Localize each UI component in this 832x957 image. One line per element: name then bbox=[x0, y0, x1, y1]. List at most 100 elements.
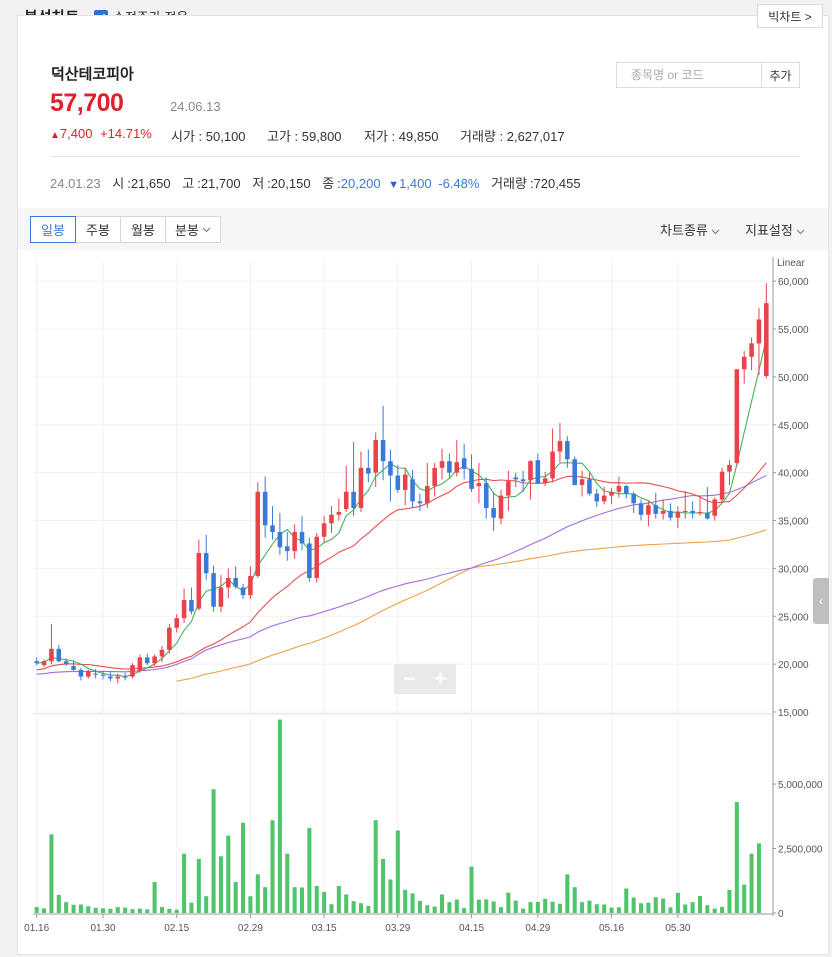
candle-body bbox=[71, 666, 76, 670]
volume-bar bbox=[440, 894, 445, 913]
volume-bar bbox=[609, 907, 614, 913]
candle-body bbox=[292, 532, 297, 552]
volume-bar bbox=[285, 853, 290, 913]
candle-body bbox=[638, 503, 644, 515]
volume-bar bbox=[616, 907, 621, 913]
volume-bar bbox=[425, 905, 430, 913]
candle-body bbox=[616, 486, 622, 492]
candle-body bbox=[587, 479, 592, 494]
volume-bar bbox=[56, 894, 61, 913]
price-tick-label: 35,000 bbox=[778, 517, 809, 528]
candle-body bbox=[373, 440, 378, 473]
date-tick-label: 02.15 bbox=[164, 923, 189, 934]
volume-bar bbox=[307, 827, 312, 913]
volume-bar bbox=[182, 853, 187, 913]
candle-body bbox=[152, 656, 157, 664]
volume-bar bbox=[336, 885, 341, 913]
volume-bar bbox=[484, 899, 489, 913]
candle-body bbox=[336, 511, 342, 515]
volume-bar bbox=[395, 830, 400, 913]
candle-body bbox=[719, 471, 725, 500]
volume-bar bbox=[661, 898, 666, 913]
candle-body bbox=[41, 661, 47, 666]
date-tick-label: 05.16 bbox=[599, 923, 624, 934]
volume-bar bbox=[727, 889, 732, 913]
price-tick-label: 30,000 bbox=[778, 564, 809, 575]
collapse-panel-handle[interactable]: ‹ bbox=[813, 578, 829, 624]
candle-body bbox=[395, 475, 401, 490]
volume-bar bbox=[513, 900, 518, 913]
volume-bar bbox=[403, 889, 408, 913]
volume-bar bbox=[638, 903, 644, 913]
candle-body bbox=[49, 648, 54, 662]
candle-body bbox=[705, 512, 710, 519]
volume-bar bbox=[631, 897, 636, 913]
candle-body bbox=[284, 546, 290, 552]
candle-body bbox=[454, 462, 460, 473]
candle-body bbox=[226, 577, 231, 588]
price-tick-label: 20,000 bbox=[778, 660, 809, 671]
volume-bar bbox=[476, 899, 481, 913]
volume-bar bbox=[506, 892, 511, 913]
price-tick-label: 50,000 bbox=[778, 373, 809, 384]
volume-bar bbox=[100, 908, 106, 913]
candle-body bbox=[299, 532, 305, 544]
volume-bar bbox=[373, 820, 378, 913]
candle-body bbox=[115, 676, 121, 679]
volume-bar bbox=[668, 907, 673, 913]
volume-bar bbox=[167, 908, 172, 913]
price-tick-label: 25,000 bbox=[778, 612, 809, 623]
candle-body bbox=[137, 657, 143, 671]
candle-body bbox=[712, 499, 718, 516]
volume-bar bbox=[137, 908, 142, 913]
volume-bar bbox=[351, 901, 356, 913]
price-tick-label: 40,000 bbox=[778, 469, 809, 480]
candle-body bbox=[93, 673, 98, 675]
candle-body bbox=[262, 491, 268, 526]
tab-daily[interactable]: 일봉 bbox=[30, 216, 76, 243]
candle-body bbox=[756, 319, 762, 344]
candle-body bbox=[447, 461, 452, 473]
volume-bar bbox=[270, 820, 275, 913]
price-tick-label: 45,000 bbox=[778, 421, 809, 432]
volume-bar bbox=[749, 853, 754, 913]
candle-body bbox=[321, 523, 327, 537]
volume-bar bbox=[417, 900, 422, 913]
zoom-in-button[interactable]: + bbox=[425, 664, 456, 694]
volume-bar bbox=[602, 904, 607, 913]
candle-body bbox=[78, 669, 84, 677]
volume-bar bbox=[543, 898, 548, 913]
volume-bar bbox=[49, 834, 54, 913]
candle-body bbox=[277, 532, 283, 548]
volume-bar bbox=[742, 884, 747, 913]
candle-body bbox=[56, 648, 62, 662]
candle-body bbox=[63, 661, 69, 665]
price-tick-label: 55,000 bbox=[778, 325, 809, 336]
candle-body bbox=[108, 676, 113, 679]
candle-body bbox=[240, 587, 246, 596]
candle-body bbox=[233, 577, 238, 587]
candle-body bbox=[358, 467, 364, 509]
candle-body bbox=[565, 441, 570, 460]
volume-bar bbox=[78, 904, 83, 913]
volume-bar bbox=[189, 902, 194, 913]
price-tick-label: 15,000 bbox=[778, 708, 809, 719]
ma20-line bbox=[36, 462, 767, 671]
volume-bar bbox=[572, 887, 577, 913]
scale-type-label: Linear bbox=[777, 258, 805, 269]
volume-bar bbox=[720, 906, 725, 913]
zoom-controls: − + bbox=[394, 664, 456, 694]
candle-body bbox=[594, 493, 600, 502]
volume-tick-label: 5,000,000 bbox=[778, 780, 823, 791]
zoom-out-button[interactable]: − bbox=[394, 664, 425, 694]
volume-bar bbox=[646, 902, 651, 913]
candle-body bbox=[100, 674, 106, 676]
candle-body bbox=[675, 511, 681, 518]
candle-body bbox=[682, 510, 688, 512]
volume-bar bbox=[594, 904, 599, 913]
candle-body bbox=[749, 343, 754, 357]
stock-chart[interactable]: Linear 15,000 20,000 25,000 30,000 35,000 40,0… bbox=[0, 0, 832, 957]
volume-bar bbox=[358, 903, 363, 913]
volume-bar bbox=[299, 887, 305, 913]
volume-bar bbox=[580, 902, 585, 913]
